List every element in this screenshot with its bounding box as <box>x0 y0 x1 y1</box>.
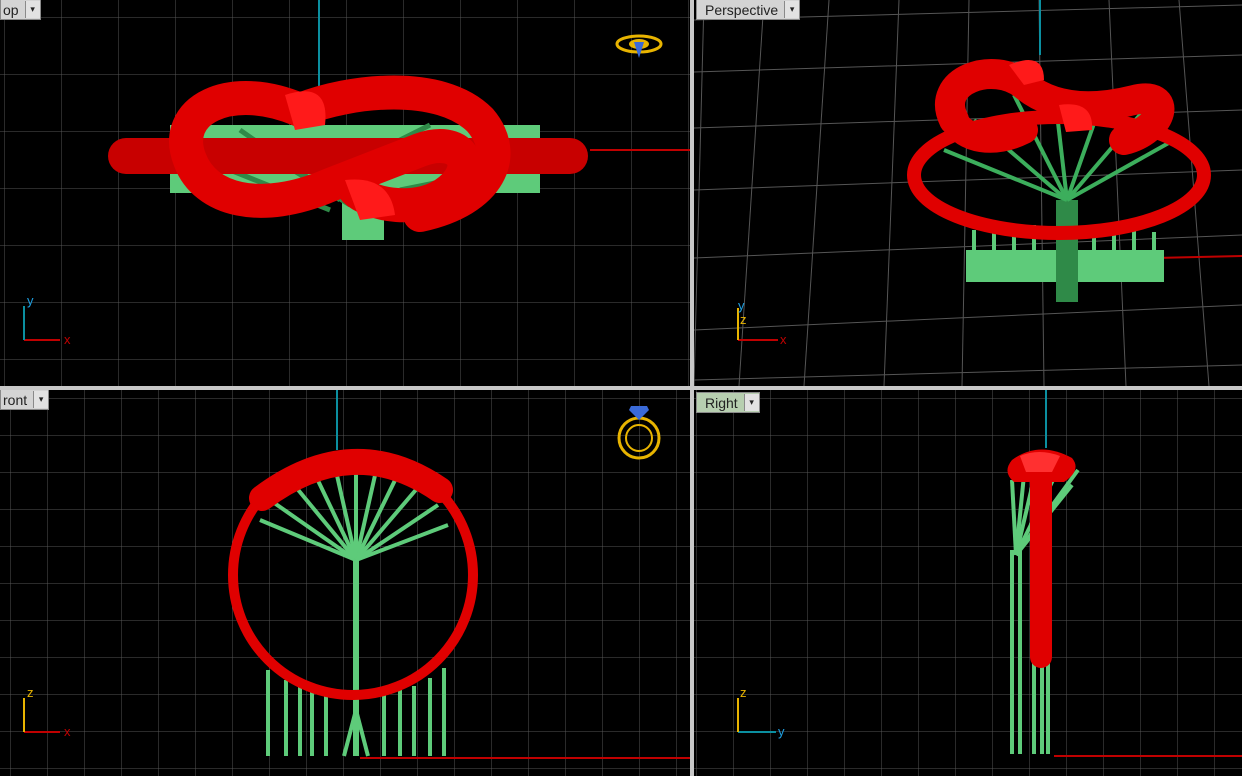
axis-label-z: z <box>27 685 34 700</box>
front-view-canvas[interactable]: z x <box>0 390 690 776</box>
x-axis-line <box>1153 255 1242 259</box>
chevron-down-icon[interactable]: ▾ <box>24 1 40 18</box>
chevron-down-icon[interactable]: ▾ <box>743 394 759 411</box>
perspective-view-canvas[interactable]: y z x <box>694 0 1242 386</box>
viewport-tab-front[interactable]: ront ▾ <box>0 390 50 410</box>
viewport-label-front: ront <box>3 391 28 408</box>
top-view-canvas[interactable]: y x <box>0 0 690 386</box>
axis-label-x: x <box>64 724 71 739</box>
axis-label-y: y <box>738 298 745 313</box>
axis-label-x: x <box>64 332 71 347</box>
viewport-tab-right[interactable]: Right ▾ <box>696 392 760 413</box>
chevron-down-icon[interactable]: ▾ <box>33 391 49 408</box>
grid <box>694 390 1242 776</box>
axis-label-x: x <box>780 332 787 347</box>
axis-label-y: y <box>27 293 34 308</box>
right-view-canvas[interactable]: z y <box>694 390 1242 776</box>
grid <box>0 390 690 776</box>
viewport-tab-top[interactable]: op ▾ <box>0 0 41 20</box>
viewport-tab-perspective[interactable]: Perspective ▾ <box>696 0 801 20</box>
axis-label-y: y <box>778 724 785 739</box>
perspective-grid <box>694 0 1242 386</box>
viewport-front[interactable]: z x ront ▾ <box>0 390 690 776</box>
viewport-right[interactable]: z y Right ▾ <box>694 390 1242 776</box>
axis-label-z: z <box>740 685 747 700</box>
chevron-down-icon[interactable]: ▾ <box>784 1 800 18</box>
viewport-perspective[interactable]: y z x Perspective ▾ <box>694 0 1242 386</box>
axis-label-z: z <box>740 312 747 327</box>
viewport-label-right: Right <box>705 394 738 411</box>
viewport-top[interactable]: y x op ▾ <box>0 0 690 386</box>
viewport-label-top: op <box>3 1 19 18</box>
viewport-label-perspective: Perspective <box>705 1 779 18</box>
